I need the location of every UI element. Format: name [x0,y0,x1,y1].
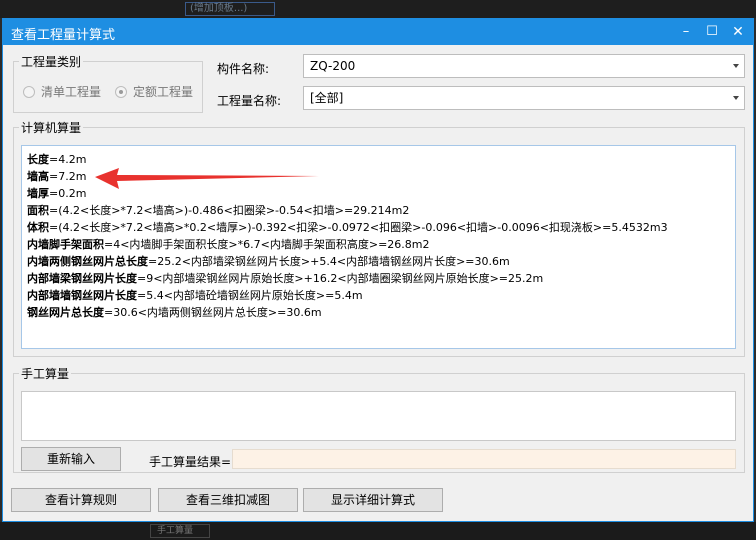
quantity-type-label: 工程量类别 [19,53,84,70]
manual-calc-input[interactable] [21,391,736,441]
radio-list-quantity[interactable]: 清单工程量 [23,83,101,100]
calc-line: 长度=4.2m [27,153,87,166]
minimize-icon[interactable]: – [675,21,697,43]
radio-circle [23,85,35,98]
radio-label: 清单工程量 [41,85,102,99]
close-icon[interactable]: ✕ [727,21,749,43]
radio-circle-selected [115,85,127,98]
chevron-down-icon [733,96,739,100]
computer-calc-label: 计算机算量 [19,119,84,136]
component-name-value: ZQ-200 [310,59,356,73]
chevron-down-icon [733,64,739,68]
calc-line: 钢丝网片总长度=30.6<内墙两侧钢丝网片总长度>=30.6m [27,306,322,319]
window-title: 查看工程量计算式 [11,28,116,43]
component-name-select[interactable]: ZQ-200 [303,54,745,78]
show-detail-button[interactable]: 显示详细计算式 [303,488,443,512]
quantity-name-label: 工程量名称: [217,94,282,108]
calc-line: 内墙两侧钢丝网片总长度=25.2<内部墙梁钢丝网片长度>+5.4<内部墙墙钢丝网… [27,255,510,268]
manual-result-field[interactable] [232,449,736,469]
quantity-formula-dialog: 查看工程量计算式 – ☐ ✕ 工程量类别 清单工程量 定额工程量 构件名称: Z… [2,18,754,522]
quantity-name-select[interactable]: [全部] [303,86,745,110]
annotation-arrow-shape [95,168,319,189]
background-app-top: (增加顶板...) [0,0,756,18]
calc-line: 内墙脚手架面积=4<内墙脚手架面积长度>*6.7<内墙脚手架面积高度>=26.8… [27,238,430,251]
manual-result-label: 手工算量结果= [149,455,232,469]
component-name-label: 构件名称: [217,62,270,76]
title-bar[interactable]: 查看工程量计算式 – ☐ ✕ [3,19,753,45]
radio-norm-quantity[interactable]: 定额工程量 [115,83,193,100]
view-rules-button[interactable]: 查看计算规则 [11,488,151,512]
calc-line: 体积=(4.2<长度>*7.2<墙高>*0.2<墙厚>)-0.392<扣梁>-0… [27,221,668,234]
reenter-button[interactable]: 重新输入 [21,447,121,471]
radio-label: 定额工程量 [133,85,194,99]
view-3d-button[interactable]: 查看三维扣减图 [158,488,298,512]
background-ghost-tab: 手工算量 [150,524,210,538]
calc-line: 面积=(4.2<长度>*7.2<墙高>)-0.486<扣圈梁>-0.54<扣墙>… [27,204,410,217]
background-app-bottom: 手工算量 [0,522,756,540]
maximize-icon[interactable]: ☐ [701,21,723,43]
calc-line: 内部墙墙钢丝网片长度=5.4<内部墙砼墙钢丝网片原始长度>=5.4m [27,289,363,302]
calc-line: 内部墙梁钢丝网片长度=9<内部墙梁钢丝网片原始长度>+16.2<内部墙圈梁钢丝网… [27,272,544,285]
manual-calc-label: 手工算量 [19,365,72,382]
quantity-name-value: [全部] [310,91,344,105]
background-ghost-button: (增加顶板...) [185,2,275,16]
annotation-arrow-icon [95,168,319,189]
